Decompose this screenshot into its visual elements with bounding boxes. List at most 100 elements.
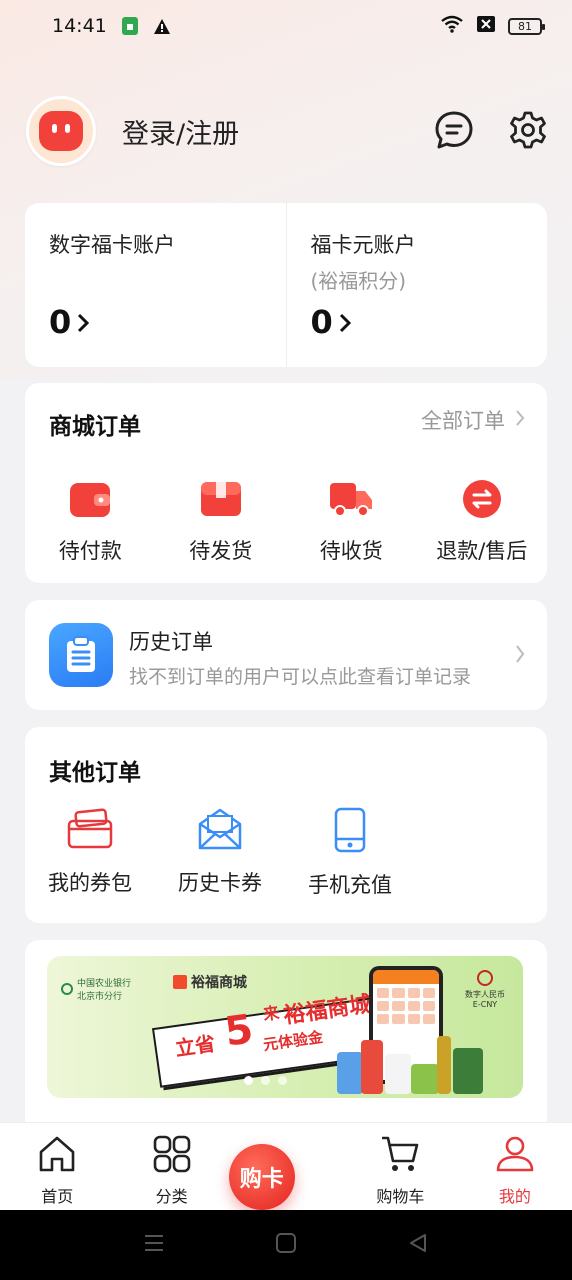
tab-label: 我的 (498, 1187, 531, 1206)
buy-card-button[interactable]: 购卡 (228, 1143, 295, 1210)
chevron-right-icon (339, 303, 351, 341)
carousel-dot[interactable] (243, 1076, 253, 1085)
tab-home[interactable]: 首页 (0, 1123, 114, 1210)
truck-icon (328, 479, 374, 523)
carousel-dots (47, 1076, 503, 1085)
section-title: 其他订单 (49, 760, 141, 786)
mall-orders-card: 商城订单 全部订单 待付款 待发货 待收货 退款/售后 (25, 383, 547, 583)
history-coupons-entry[interactable]: 历史卡券 (155, 807, 285, 899)
promo-come: 来 (261, 1002, 281, 1025)
all-orders-link[interactable]: 全部订单 (421, 405, 525, 435)
phone-icon (333, 807, 367, 857)
order-pending-receipt[interactable]: 待收货 (286, 479, 417, 565)
carousel-dot[interactable] (260, 1076, 270, 1085)
coupon-wallet-icon (66, 807, 114, 855)
mall-logo-icon (173, 975, 187, 989)
order-status-label: 退款/售后 (436, 539, 528, 563)
fuka-yuan-account[interactable]: 福卡元账户 (裕福积分) 0 (285, 203, 548, 367)
wallet-icon (68, 479, 112, 523)
refund-icon (460, 479, 504, 523)
account-balance-value: 0 (310, 303, 333, 341)
avatar[interactable] (26, 96, 96, 166)
order-status-row: 待付款 待发货 待收货 退款/售后 (25, 479, 547, 565)
home-square-icon[interactable] (275, 1232, 297, 1258)
warning-icon (153, 18, 171, 35)
account-balance[interactable]: 0 (311, 303, 351, 341)
order-pending-payment[interactable]: 待付款 (25, 479, 156, 565)
mobile-recharge-entry[interactable]: 手机充值 (285, 807, 415, 899)
clipboard-icon (49, 623, 113, 687)
system-nav-bar (0, 1210, 572, 1280)
status-bar: 14:41 81 (0, 0, 572, 52)
other-order-label: 我的券包 (48, 871, 132, 895)
tab-label: 购物车 (376, 1187, 425, 1206)
digital-card-account[interactable]: 数字福卡账户 0 (25, 203, 286, 367)
other-order-label: 手机充值 (308, 873, 392, 897)
ecny-sub: E-CNY (472, 1000, 498, 1009)
my-coupons-entry[interactable]: 我的券包 (25, 807, 155, 899)
chevron-right-icon (77, 303, 90, 341)
account-title: 福卡元账户 (310, 233, 416, 257)
history-orders-subtitle: 找不到订单的用户可以点此查看订单记录 (129, 666, 472, 688)
cart-icon (380, 1135, 420, 1177)
avatar-mascot-icon (39, 111, 83, 151)
settings-gear-icon[interactable] (508, 110, 548, 154)
products-illustration (337, 1034, 487, 1094)
battery-indicator: 81 (508, 17, 545, 35)
history-orders-title: 历史订单 (129, 630, 213, 654)
order-pending-shipment[interactable]: 待发货 (156, 479, 287, 565)
profile-header[interactable]: 登录/注册 (26, 96, 239, 166)
abc-bank-icon (61, 983, 73, 995)
order-refund-aftersale[interactable]: 退款/售后 (417, 479, 548, 565)
no-sim-icon (476, 15, 496, 38)
tab-label: 分类 (155, 1187, 188, 1206)
ecny-label: 数字人民币 (465, 990, 505, 999)
account-subtitle: (裕福积分) (310, 269, 407, 293)
promo-banner[interactable]: 中国农业银行 北京市分行 裕福商城 数字人民币 E-CNY 立省 5 来 裕福商… (47, 956, 523, 1098)
ecny-logo: 数字人民币 E-CNY (465, 970, 505, 1009)
back-icon[interactable] (407, 1232, 429, 1258)
header-actions (434, 110, 548, 154)
account-balance-value: 0 (49, 303, 72, 341)
home-icon (37, 1135, 77, 1177)
all-orders-label: 全部订单 (421, 409, 505, 433)
chevron-right-icon (515, 644, 525, 668)
tab-buy-card[interactable]: 购卡 (228, 1123, 343, 1210)
bank-branch: 北京市分行 (77, 992, 123, 1002)
sim-card-icon (121, 16, 139, 36)
status-time: 14:41 (52, 15, 107, 37)
tab-mine[interactable]: 我的 (458, 1123, 572, 1210)
account-balance[interactable]: 0 (49, 303, 90, 341)
mall-logo-text: 裕福商城 (191, 975, 247, 991)
category-grid-icon (153, 1135, 191, 1177)
promo-save-text: 立省 (173, 1031, 217, 1061)
tab-cart[interactable]: 购物车 (343, 1123, 457, 1210)
bottom-tab-bar: 首页 分类 购卡 购物车 我的 (0, 1122, 572, 1210)
other-orders-row: 我的券包 历史卡券 手机充值 (25, 807, 415, 899)
banner-card: 中国农业银行 北京市分行 裕福商城 数字人民币 E-CNY 立省 5 来 裕福商… (25, 940, 547, 1140)
order-status-label: 待付款 (58, 539, 122, 563)
chevron-right-icon (515, 408, 525, 432)
menu-icon[interactable] (143, 1233, 165, 1257)
history-orders-card[interactable]: 历史订单 找不到订单的用户可以点此查看订单记录 (25, 600, 547, 710)
carousel-dot[interactable] (277, 1076, 287, 1085)
envelope-icon (197, 807, 243, 855)
order-status-label: 待收货 (319, 539, 383, 563)
section-title: 商城订单 (49, 414, 141, 440)
tab-category[interactable]: 分类 (114, 1123, 228, 1210)
account-card: 数字福卡账户 0 福卡元账户 (裕福积分) 0 (25, 203, 547, 367)
bank-logo: 中国农业银行 北京市分行 (61, 976, 131, 1002)
ecny-icon (477, 970, 493, 986)
login-register-link[interactable]: 登录/注册 (122, 112, 239, 151)
order-status-label: 待发货 (189, 539, 253, 563)
tab-label: 首页 (41, 1187, 74, 1206)
other-order-label: 历史卡券 (178, 871, 262, 895)
message-icon[interactable] (434, 110, 474, 154)
account-title: 数字福卡账户 (49, 233, 175, 257)
bank-name: 中国农业银行 (77, 979, 132, 989)
mall-logo: 裕福商城 (143, 972, 247, 992)
user-icon (495, 1135, 535, 1177)
box-icon (199, 479, 243, 523)
other-orders-card: 其他订单 我的券包 历史卡券 手机充值 (25, 727, 547, 923)
wifi-icon (440, 15, 464, 38)
